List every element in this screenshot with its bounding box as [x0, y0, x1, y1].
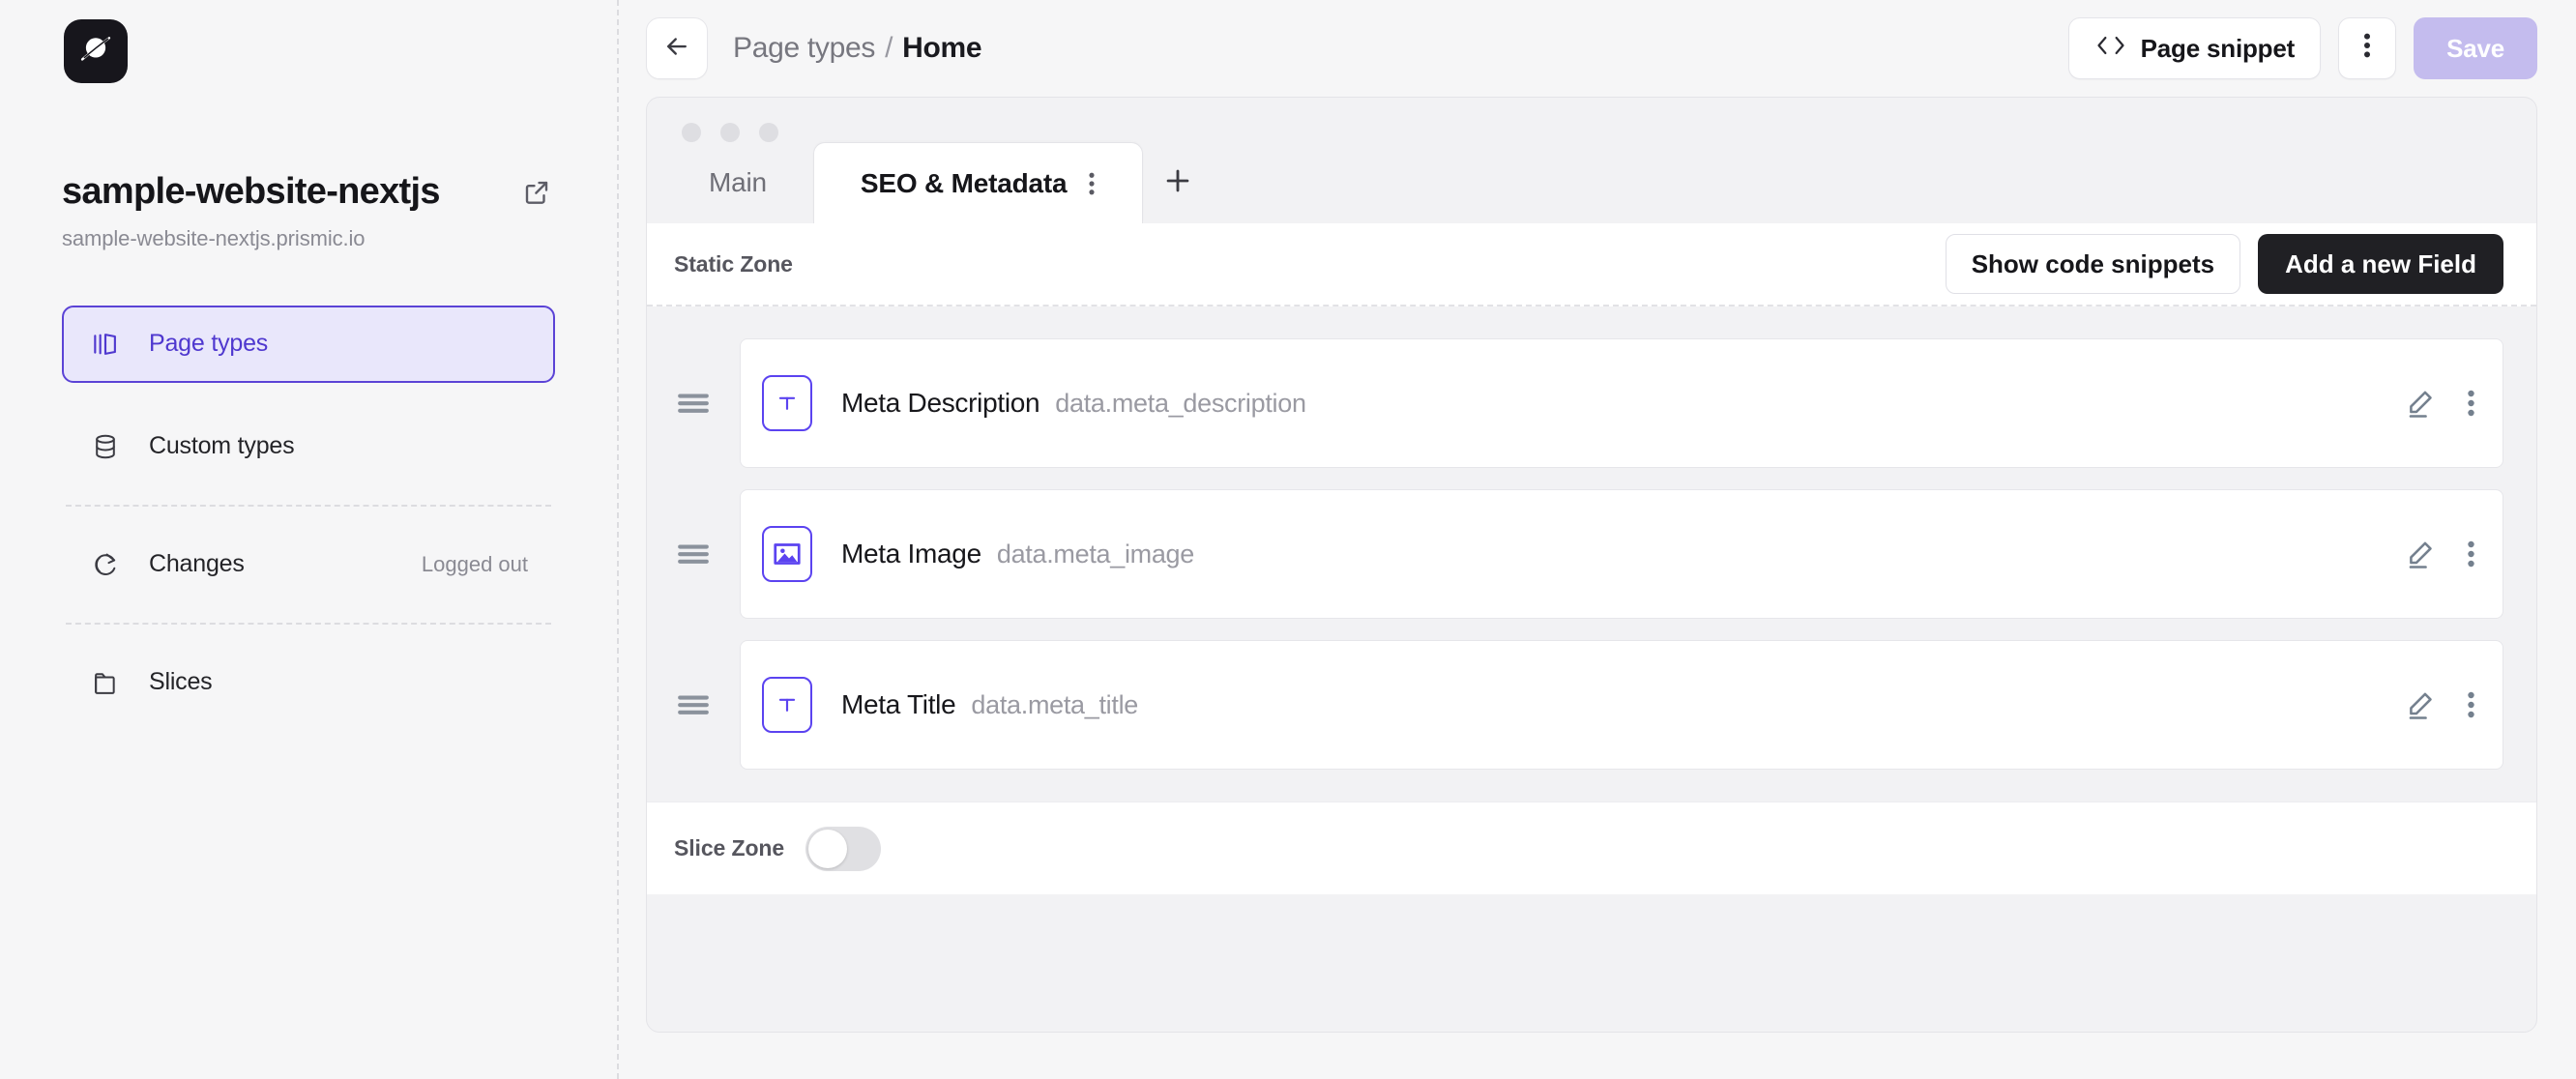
- sidebar-nav: Page types Custom types Changes Logged o…: [62, 305, 555, 721]
- top-toolbar: Page types / Home Page snippet Save: [619, 0, 2576, 97]
- window-dot: [682, 123, 701, 142]
- repository-block: sample-website-nextjs sample-website-nex…: [62, 171, 555, 251]
- code-brackets-icon: [2094, 33, 2127, 65]
- sidebar-item-label: Changes: [149, 550, 245, 578]
- static-zone-bar: Static Zone Show code snippets Add a new…: [647, 223, 2536, 306]
- page-types-icon: [89, 328, 122, 361]
- text-field-icon: [762, 677, 812, 733]
- breadcrumb-current: Home: [902, 32, 982, 64]
- type-editor-card: Main SEO & Metadata Static Zone Show cod…: [646, 97, 2537, 1033]
- page-snippet-button[interactable]: Page snippet: [2067, 17, 2322, 79]
- window-dot: [720, 123, 740, 142]
- back-button[interactable]: [646, 17, 708, 79]
- table-row: Meta Image data.meta_image: [647, 479, 2503, 629]
- static-zone-title: Static Zone: [674, 250, 793, 277]
- tab-main[interactable]: Main: [662, 142, 813, 223]
- field-card-meta-image[interactable]: Meta Image data.meta_image: [740, 489, 2503, 619]
- table-row: Meta Title data.meta_title: [647, 629, 2503, 780]
- sidebar-divider: [66, 504, 551, 507]
- sync-changes-icon: [89, 548, 122, 581]
- slice-zone-label: Slice Zone: [674, 835, 785, 860]
- changes-auth-status: Logged out: [421, 551, 528, 576]
- sidebar-item-page-types[interactable]: Page types: [62, 305, 555, 383]
- field-menu-button[interactable]: [2467, 388, 2475, 419]
- field-api-id: data.meta_description: [1055, 388, 1306, 418]
- show-code-snippets-button[interactable]: Show code snippets: [1945, 234, 2241, 294]
- main-content: Page types / Home Page snippet Save Main…: [619, 0, 2576, 1079]
- arrow-left-icon: [662, 32, 691, 66]
- prismic-planet-icon: [77, 31, 114, 73]
- image-field-icon: [762, 526, 812, 582]
- add-tab-button[interactable]: [1143, 142, 1213, 223]
- field-actions: [2403, 687, 2475, 722]
- sidebar-item-changes[interactable]: Changes Logged out: [62, 526, 555, 603]
- prismic-logo[interactable]: [64, 19, 128, 83]
- editor-card-wrapper: Main SEO & Metadata Static Zone Show cod…: [619, 97, 2576, 1079]
- field-name: Meta Description: [841, 388, 1040, 418]
- sidebar-item-label: Custom types: [149, 432, 295, 460]
- tab-label: SEO & Metadata: [860, 167, 1068, 198]
- window-dots: [647, 98, 2536, 142]
- breadcrumb-parent[interactable]: Page types: [733, 32, 875, 65]
- drag-handle-icon[interactable]: [647, 391, 740, 416]
- text-field-icon: [762, 375, 812, 431]
- window-dot: [759, 123, 778, 142]
- more-vertical-icon: [2363, 31, 2371, 67]
- field-list: Meta Description data.meta_description M…: [647, 306, 2536, 802]
- toggle-knob: [808, 829, 848, 868]
- field-menu-button[interactable]: [2467, 689, 2475, 720]
- field-actions: [2403, 537, 2475, 571]
- slice-zone-toggle[interactable]: [805, 826, 882, 871]
- sidebar-item-custom-types[interactable]: Custom types: [62, 408, 555, 485]
- sidebar-divider: [66, 622, 551, 625]
- sidebar-item-slices[interactable]: Slices: [62, 644, 555, 721]
- tab-seo-metadata[interactable]: SEO & Metadata: [812, 142, 1144, 223]
- save-button[interactable]: Save: [2414, 17, 2537, 79]
- plus-icon: [1161, 164, 1194, 202]
- field-api-id: data.meta_image: [996, 539, 1194, 569]
- breadcrumb: Page types / Home: [733, 32, 982, 65]
- tab-bar: Main SEO & Metadata: [647, 142, 2536, 223]
- repository-name: sample-website-nextjs: [62, 171, 440, 212]
- sidebar-item-label: Slices: [149, 668, 213, 696]
- drag-handle-icon[interactable]: [647, 541, 740, 567]
- tab-menu-button[interactable]: [1088, 170, 1096, 197]
- table-row: Meta Description data.meta_description: [647, 328, 2503, 479]
- field-menu-button[interactable]: [2467, 539, 2475, 569]
- external-link-icon[interactable]: [522, 178, 551, 207]
- tab-label: Main: [709, 167, 767, 197]
- drag-handle-icon[interactable]: [647, 692, 740, 717]
- add-new-field-button[interactable]: Add a new Field: [2258, 234, 2503, 294]
- field-actions: [2403, 386, 2475, 421]
- toolbar-actions: Page snippet Save: [2067, 17, 2537, 79]
- slice-zone-bar: Slice Zone: [647, 802, 2536, 894]
- static-zone-actions: Show code snippets Add a new Field: [1945, 234, 2503, 294]
- page-snippet-label: Page snippet: [2140, 33, 2296, 63]
- page-options-menu-button[interactable]: [2338, 17, 2397, 79]
- repository-url: sample-website-nextjs.prismic.io: [62, 225, 366, 250]
- app-root: sample-website-nextjs sample-website-nex…: [0, 0, 2576, 1079]
- database-icon: [89, 430, 122, 463]
- field-card-meta-description[interactable]: Meta Description data.meta_description: [740, 338, 2503, 468]
- pencil-edit-icon[interactable]: [2403, 687, 2438, 722]
- field-name: Meta Image: [841, 539, 981, 569]
- folder-icon: [89, 666, 122, 699]
- sidebar-item-label: Page types: [149, 330, 269, 358]
- pencil-edit-icon[interactable]: [2403, 386, 2438, 421]
- pencil-edit-icon[interactable]: [2403, 537, 2438, 571]
- field-card-meta-title[interactable]: Meta Title data.meta_title: [740, 640, 2503, 770]
- field-api-id: data.meta_title: [971, 689, 1138, 719]
- breadcrumb-separator: /: [885, 32, 893, 64]
- sidebar: sample-website-nextjs sample-website-nex…: [0, 0, 619, 1079]
- field-name: Meta Title: [841, 689, 956, 719]
